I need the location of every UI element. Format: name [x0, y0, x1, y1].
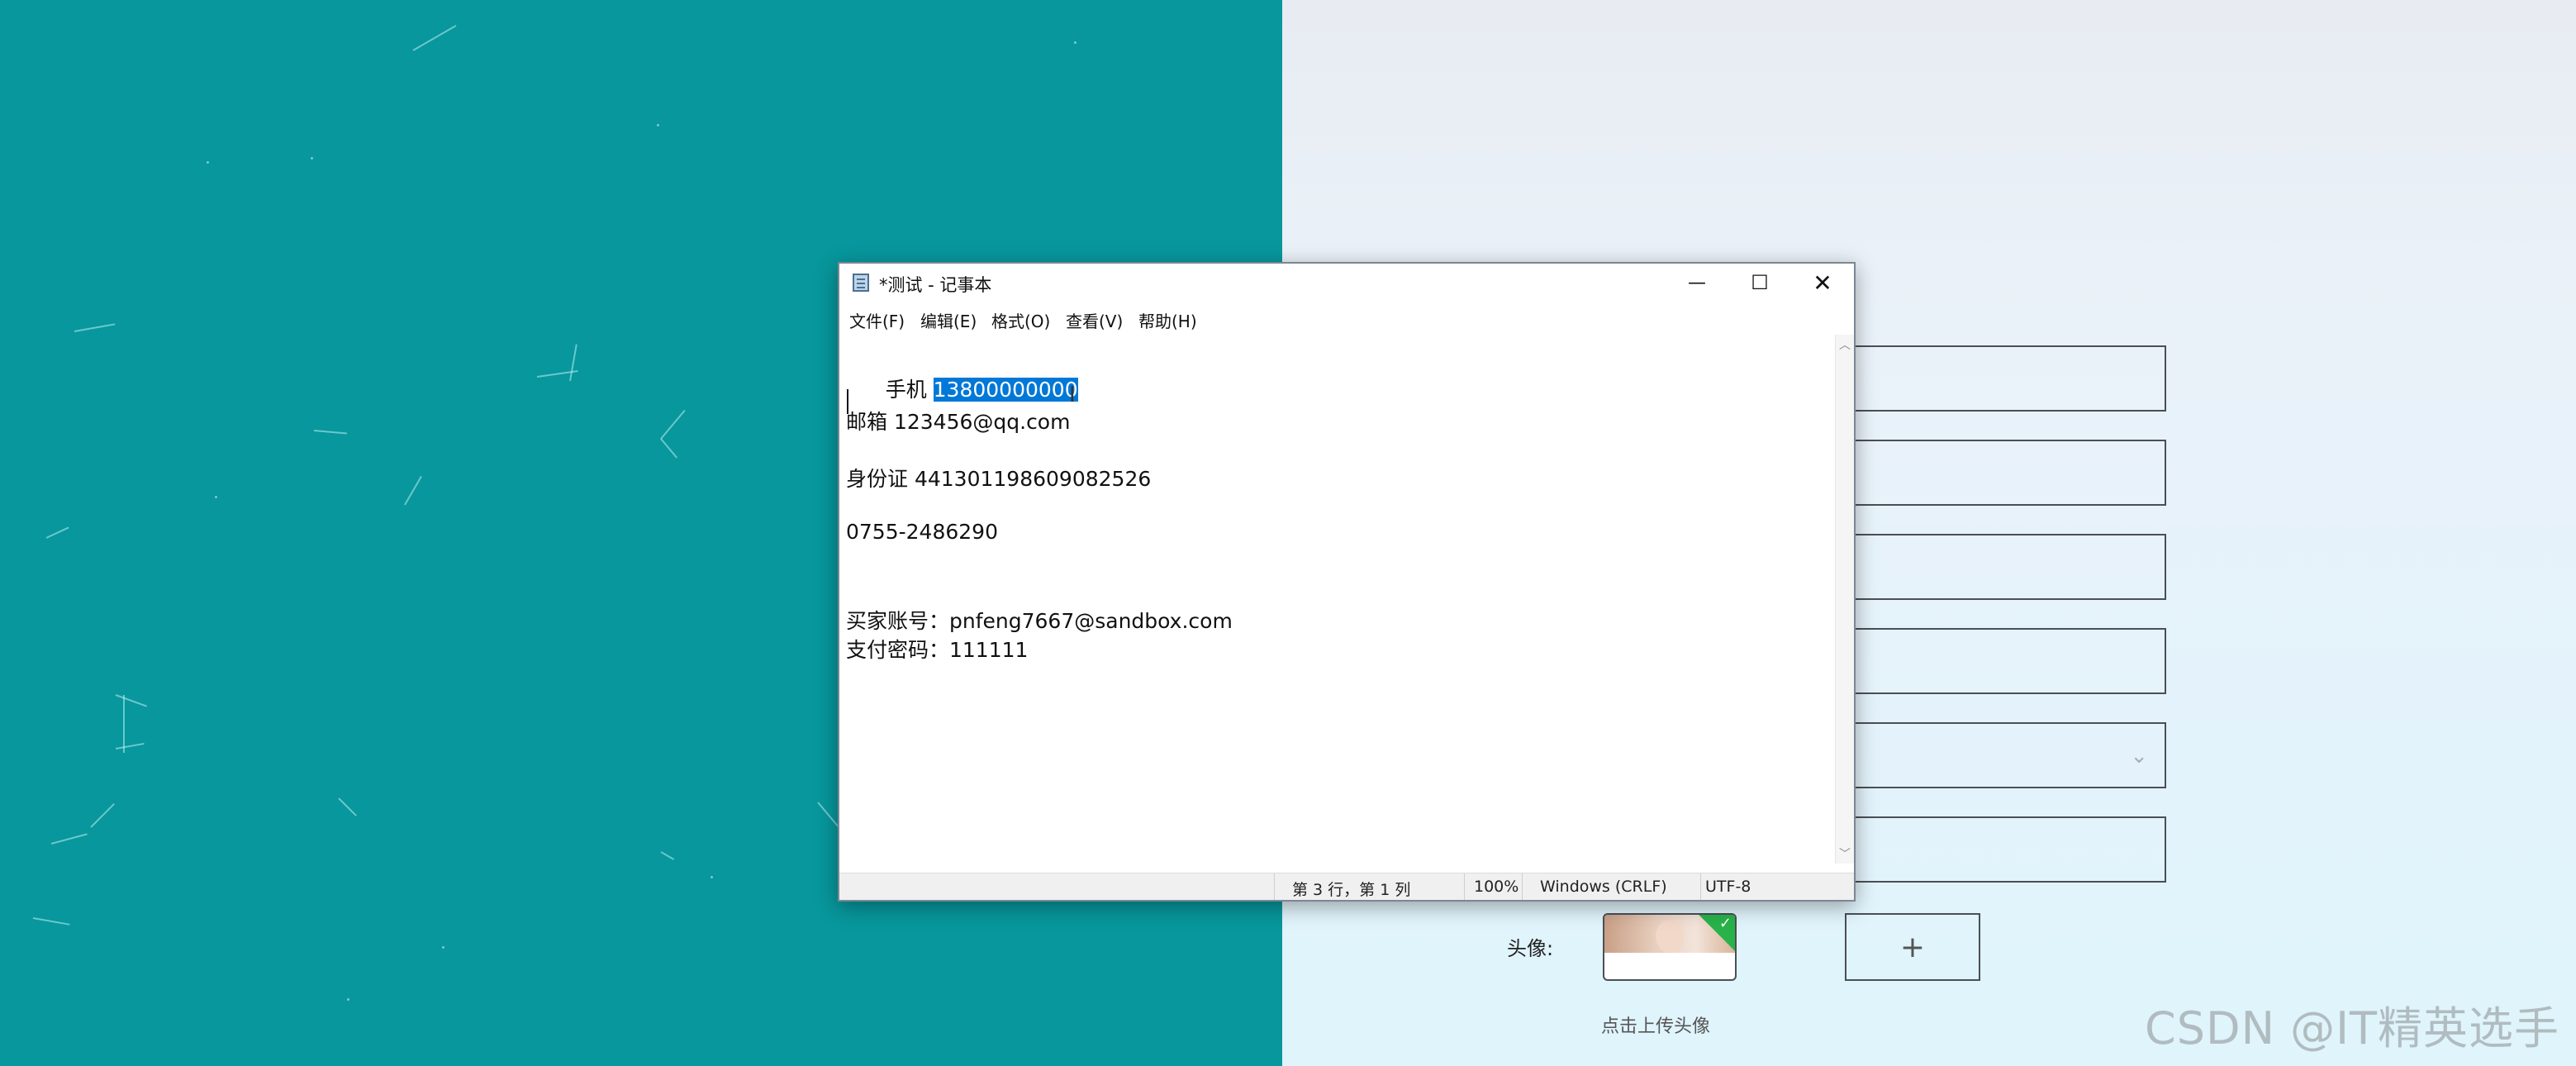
- avatar-label: 头像:: [1507, 937, 1554, 960]
- text-caret: [847, 389, 848, 414]
- status-separator: [1464, 873, 1465, 900]
- text-line-id-card: 身份证 441301198609082526: [846, 467, 1152, 491]
- avatar-preview[interactable]: ✓: [1603, 913, 1737, 981]
- phone-label: 手机: [885, 378, 934, 402]
- vertical-scrollbar[interactable]: ︿ ﹀: [1835, 335, 1854, 864]
- particle-line: [115, 694, 147, 707]
- scroll-up-icon[interactable]: ︿: [1836, 336, 1854, 353]
- text-editor[interactable]: 手机 13800000000 邮箱 123456@qq.com 身份证 4413…: [839, 335, 1837, 864]
- particle-line: [412, 25, 457, 51]
- status-separator: [1274, 873, 1275, 900]
- form-select[interactable]: ⌄: [1844, 722, 2166, 788]
- notepad-icon: [853, 274, 869, 292]
- text-line-landline: 0755-2486290: [846, 520, 998, 544]
- status-separator: [1522, 873, 1523, 900]
- form-input-4[interactable]: [1844, 628, 2166, 694]
- form-input-1[interactable]: [1844, 345, 2166, 412]
- form-input-5[interactable]: [1844, 816, 2166, 883]
- particle-line: [569, 344, 577, 382]
- particle-dot: [215, 496, 217, 498]
- particle-line: [45, 526, 69, 539]
- close-button[interactable]: ✕: [1791, 264, 1854, 302]
- form-input-3[interactable]: [1844, 534, 2166, 600]
- particle-line: [115, 742, 145, 750]
- particle-line: [404, 475, 422, 506]
- menu-bar: 文件(F) 编辑(E) 格式(O) 查看(V) 帮助(H): [839, 302, 1854, 335]
- status-encoding: UTF-8: [1705, 878, 1751, 896]
- status-bar: 第 3 行，第 1 列 100% Windows (CRLF) UTF-8: [839, 873, 1854, 900]
- title-bar[interactable]: *测试 - 记事本 — ☐ ✕: [839, 264, 1854, 302]
- check-icon: ✓: [1699, 915, 1735, 951]
- maximize-button[interactable]: ☐: [1728, 264, 1791, 302]
- particle-line: [74, 323, 116, 332]
- notepad-window[interactable]: *测试 - 记事本 — ☐ ✕ 文件(F) 编辑(E) 格式(O) 查看(V) …: [838, 262, 1856, 902]
- avatar-face: [1656, 920, 1684, 953]
- menu-view[interactable]: 查看(V): [1066, 308, 1123, 332]
- status-zoom: 100%: [1474, 878, 1519, 896]
- particle-line: [313, 430, 347, 435]
- selected-text: 13800000000: [933, 378, 1078, 402]
- menu-format[interactable]: 格式(O): [991, 308, 1050, 332]
- particle-line: [123, 695, 125, 753]
- menu-file[interactable]: 文件(F): [849, 308, 905, 332]
- menu-help[interactable]: 帮助(H): [1138, 308, 1197, 332]
- particle-dot: [207, 161, 209, 164]
- particle-line: [50, 833, 88, 845]
- text-line-pay-password: 支付密码：111111: [846, 638, 1029, 662]
- particle-dot: [657, 124, 659, 126]
- particle-line: [660, 851, 675, 860]
- particle-line: [338, 797, 357, 816]
- upload-avatar-button[interactable]: +: [1845, 913, 1980, 981]
- text-line-buyer-account: 买家账号：pnfeng7667@sandbox.com: [846, 609, 1233, 633]
- ibeam-cursor-icon: I: [1069, 383, 1076, 407]
- minimize-button[interactable]: —: [1666, 264, 1728, 302]
- particle-line: [660, 409, 686, 440]
- particle-dot: [347, 998, 349, 1001]
- particle-dot: [711, 876, 713, 878]
- particle-line: [32, 917, 70, 926]
- particle-dot: [442, 946, 444, 949]
- text-line-email: 邮箱 123456@qq.com: [846, 410, 1071, 434]
- particle-line: [660, 438, 678, 459]
- chevron-down-icon: ⌄: [2130, 744, 2148, 769]
- particle-line: [817, 802, 840, 829]
- status-separator: [1700, 873, 1701, 900]
- scroll-down-icon[interactable]: ﹀: [1836, 845, 1854, 862]
- form-input-2[interactable]: [1844, 440, 2166, 506]
- particle-dot: [311, 157, 313, 159]
- status-line-ending: Windows (CRLF): [1540, 878, 1667, 896]
- status-cursor-position: 第 3 行，第 1 列: [1292, 881, 1411, 899]
- particle-dot: [1074, 41, 1077, 44]
- menu-edit[interactable]: 编辑(E): [920, 308, 977, 332]
- watermark: CSDN @IT精英选手: [2145, 1002, 2560, 1054]
- upload-hint-text: 点击上传头像: [1601, 1016, 1711, 1037]
- window-title: *测试 - 记事本: [879, 275, 992, 295]
- particle-line: [90, 803, 115, 828]
